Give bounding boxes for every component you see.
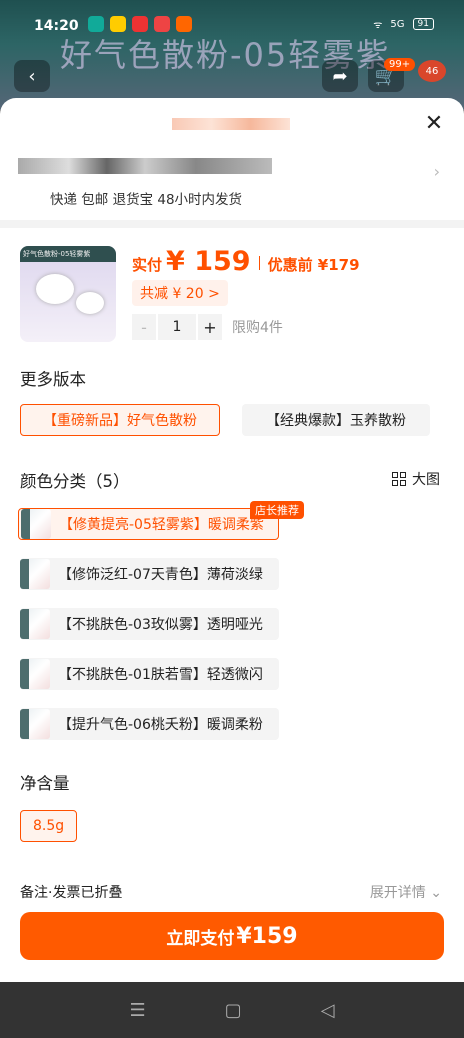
colors-title: 颜色分类（5） [20,472,130,491]
version-option[interactable]: 【重磅新品】好气色散粉 [20,404,220,436]
blurred-address [18,158,272,174]
increase-button[interactable]: + [198,314,222,340]
battery-icon: 91 [412,18,434,30]
grid-icon [392,472,406,486]
color-swatch [20,709,50,739]
price-amount: ¥ 159 [166,246,251,277]
color-option[interactable]: 【不挑肤色-01肤若雪】轻透微闪 [20,658,279,690]
wifi-icon: ᯤ [373,20,383,31]
back-icon[interactable]: ◁ [321,1000,335,1021]
net-content-title: 净含量 [20,774,70,793]
big-image-toggle[interactable]: 大图 [392,469,440,489]
signal-icon: 5G [390,18,405,30]
color-swatch [20,559,50,589]
discount-badge[interactable]: 共减 ¥ 20 > [132,280,228,306]
thumbnail-label: 好气色散粉-05轻雾紫 [20,246,116,262]
color-option[interactable]: 【修饰泛红-07天青色】薄荷淡绿 [20,558,279,590]
color-swatch [20,609,50,639]
recommend-badge: 店长推荐 [250,501,304,519]
share-button[interactable]: ➦ [322,60,358,92]
purchase-limit: 限购4件 [232,320,283,336]
app-icon [176,16,192,32]
close-icon[interactable]: ✕ [422,112,446,136]
color-swatch [20,659,50,689]
pay-now-button[interactable]: 立即支付 ¥159 [20,912,444,960]
status-right: ᯤ 5G 91 [373,17,434,31]
system-nav-bar: ☰ ▢ ◁ [0,982,464,1038]
expand-details-button[interactable]: 展开详情 ⌄ [370,882,442,902]
divider [0,220,464,228]
version-option[interactable]: 【经典爆款】玉养散粉 [242,404,430,436]
color-option[interactable]: 【修黄提亮-05轻雾紫】暖调柔紫 [18,508,279,540]
cart-badge: 99+ [384,58,416,71]
quantity-stepper: - 1 + 限购4件 [132,314,283,340]
back-button[interactable]: ‹ [14,60,50,92]
app-icon [132,16,148,32]
versions-title: 更多版本 [20,370,86,389]
net-content-option[interactable]: 8.5g [20,810,78,842]
quantity-input[interactable]: 1 [158,314,196,340]
notification-badge: 46 [418,60,446,82]
color-option[interactable]: 【提升气色-06桃夭粉】暖调柔粉 [20,708,279,740]
status-bar: 14:20 ᯤ 5G 91 [0,0,464,56]
status-app-icons [88,16,192,32]
color-swatch [21,509,51,539]
product-thumbnail[interactable]: 好气色散粉-05轻雾紫 [20,246,116,342]
sku-selector-sheet: ✕ › 快递 包邮 退货宝 48小时内发货 好气色散粉-05轻雾紫 实付 ¥ 1… [0,98,464,982]
color-option[interactable]: 【不挑肤色-03玫似雾】透明哑光 [20,608,279,640]
home-icon[interactable]: ▢ [225,1000,242,1021]
app-icon [110,16,126,32]
blurred-shop-name [172,118,290,130]
price-label: 实付 [132,256,163,274]
note-invoice-label: 备注·发票已折叠 [20,885,123,901]
chevron-right-icon: › [433,162,440,181]
decrease-button[interactable]: - [132,314,156,340]
app-icon [154,16,170,32]
menu-icon[interactable]: ☰ [130,1000,146,1021]
shipping-info: 快递 包邮 退货宝 48小时内发货 [50,192,243,208]
status-time: 14:20 [34,18,79,34]
app-icon [88,16,104,32]
price-row: 实付 ¥ 159 优惠前 ¥179 [132,246,360,277]
original-price: 优惠前 ¥179 [267,256,360,274]
